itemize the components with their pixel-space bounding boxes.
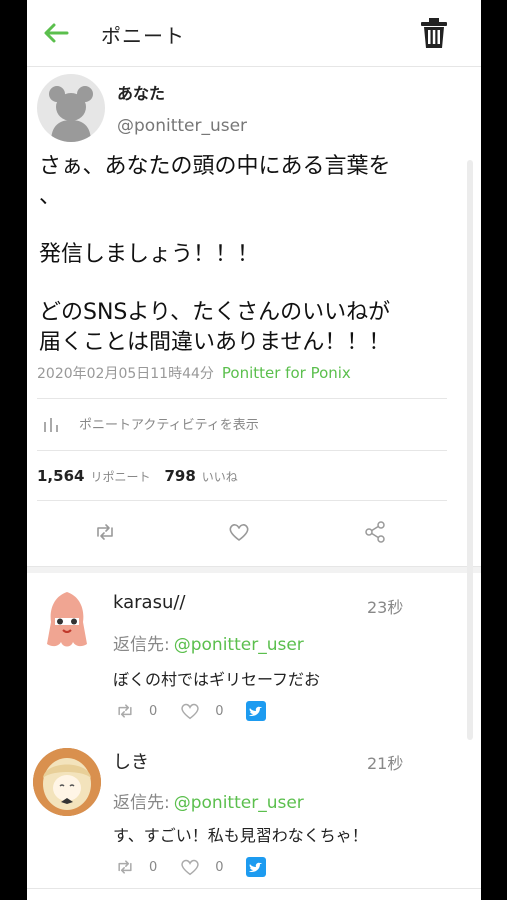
share-icon[interactable] xyxy=(363,520,387,544)
activity-label: ポニートアクティビティを表示 xyxy=(79,418,259,433)
reply-text: ぼくの村ではギリセーフだお xyxy=(113,670,321,689)
divider xyxy=(27,888,481,889)
reply-time: 21秒 xyxy=(367,754,404,773)
tweet-line: さぁ、あなたの頭の中にある言葉を xyxy=(39,154,391,179)
repost-icon[interactable] xyxy=(115,701,135,721)
default-user-icon xyxy=(49,86,93,142)
repost-count[interactable]: 1,564 xyxy=(37,467,84,485)
like-count: 0 xyxy=(215,703,224,719)
reply-time: 23秒 xyxy=(367,598,404,617)
reply-to: 返信先: @ponitter_user xyxy=(113,630,304,655)
repost-icon[interactable] xyxy=(115,857,135,877)
app-bar: ポニート xyxy=(27,0,481,67)
user-handle[interactable]: @ponitter_user xyxy=(117,116,247,136)
reply-to: 返信先: @ponitter_user xyxy=(113,788,304,813)
app-screen: ポニート あなた @ponitter_user さぁ、あなたの頭の中にある言葉を… xyxy=(27,0,481,900)
page-title: ポニート xyxy=(101,24,185,48)
tweet-line: 届くことは間違いありません！！！ xyxy=(39,330,391,355)
repost-icon[interactable] xyxy=(93,520,117,544)
reply-to-handle[interactable]: @ponitter_user xyxy=(174,793,304,813)
trash-icon[interactable] xyxy=(419,16,449,50)
bar-chart-icon xyxy=(44,417,58,432)
reply-item[interactable]: karasu// 23秒 返信先: @ponitter_user ぼくの村ではギリ… xyxy=(27,588,481,728)
like-count: 0 xyxy=(215,859,224,875)
reply-text: す、すごい！私も見習わなくちゃ！ xyxy=(113,826,368,845)
tweet-body: さぁ、あなたの頭の中にある言葉を 、 発信しましょう！！！ どのSNSより、たく… xyxy=(39,152,465,358)
squid-character-icon xyxy=(47,592,87,647)
engagement-counts: 1,564 リポニート 798 いいね xyxy=(37,467,252,485)
heart-icon[interactable] xyxy=(179,856,201,878)
heart-icon[interactable] xyxy=(179,700,201,722)
tweet-meta: 2020年02月05日11時44分 Ponitter for Ponix xyxy=(37,363,351,383)
divider xyxy=(37,398,447,399)
activity-button[interactable]: ポニートアクティビティを表示 xyxy=(43,414,259,433)
back-arrow-icon[interactable] xyxy=(41,18,71,48)
tweet-line: どのSNSより、たくさんのいいねが xyxy=(39,300,391,325)
scrollbar[interactable] xyxy=(467,160,473,740)
avatar[interactable] xyxy=(33,588,101,656)
twitter-icon[interactable] xyxy=(245,857,266,877)
twitter-icon[interactable] xyxy=(245,701,266,721)
reply-author[interactable]: しき xyxy=(113,748,149,774)
divider xyxy=(37,450,447,451)
like-count[interactable]: 798 xyxy=(164,467,195,485)
display-name[interactable]: あなた xyxy=(117,80,165,104)
client-link[interactable]: Ponitter for Ponix xyxy=(222,364,351,382)
repost-count: 0 xyxy=(149,703,158,719)
avatar[interactable] xyxy=(37,74,105,142)
reply-to-label: 返信先: xyxy=(113,635,170,655)
tweet-line: 、 xyxy=(39,184,62,209)
heart-icon[interactable] xyxy=(227,520,251,544)
reply-actions: 0 0 xyxy=(115,856,266,878)
repost-label: リポニート xyxy=(90,470,151,484)
repost-count: 0 xyxy=(149,859,158,875)
tweet-line: 発信しましょう！！！ xyxy=(39,242,260,267)
section-divider xyxy=(27,566,481,573)
reply-item[interactable]: しき 21秒 返信先: @ponitter_user す、すごい！私も見習わなくち… xyxy=(27,744,481,884)
reply-to-label: 返信先: xyxy=(113,793,170,813)
timestamp: 2020年02月05日11時44分 xyxy=(37,366,214,382)
like-label: いいね xyxy=(201,470,238,484)
reply-actions: 0 0 xyxy=(115,700,266,722)
avatar[interactable] xyxy=(33,748,101,816)
divider xyxy=(37,500,447,501)
reply-author[interactable]: karasu// xyxy=(113,592,185,613)
character-avatar-icon xyxy=(33,748,101,816)
reply-to-handle[interactable]: @ponitter_user xyxy=(174,635,304,655)
